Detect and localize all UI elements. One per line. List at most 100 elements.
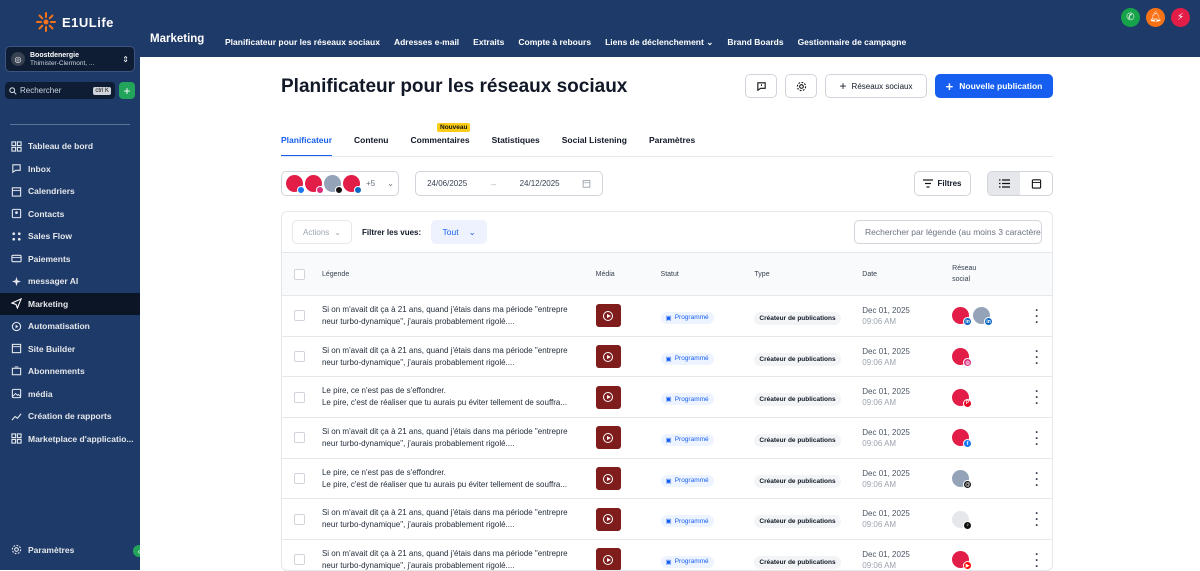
tab-settings[interactable]: Paramètres bbox=[649, 135, 695, 157]
tab-content[interactable]: Contenu bbox=[354, 135, 388, 157]
date-range-picker[interactable]: 24/06/2025 → 24/12/2025 bbox=[415, 171, 603, 196]
media-thumbnail[interactable] bbox=[595, 548, 621, 570]
phone-icon[interactable]: ✆ bbox=[1121, 8, 1140, 27]
sidebar-item-inbox[interactable]: Inbox bbox=[0, 158, 140, 181]
table-row[interactable]: Si on m'avait dit ça à 21 ans, quand j'é… bbox=[282, 296, 1052, 337]
row-checkbox[interactable] bbox=[293, 310, 305, 322]
header-type[interactable]: Type bbox=[754, 271, 862, 278]
account-avatar bbox=[305, 175, 324, 194]
row-checkbox[interactable] bbox=[293, 513, 305, 525]
tab-countdown[interactable]: Compte à rebours bbox=[511, 30, 598, 59]
sidebar-item-marketing[interactable]: Marketing bbox=[0, 292, 140, 315]
header-status[interactable]: Statut bbox=[661, 271, 755, 278]
brand-logo[interactable]: E1ULife bbox=[36, 12, 114, 32]
sidebar: E1ULife ◎ Boostdenergie Thimister-Clermo… bbox=[0, 0, 145, 570]
header-date[interactable]: Date bbox=[862, 271, 952, 278]
sidebar-nav: Tableau de bord Inbox Calendriers Contac… bbox=[0, 135, 140, 450]
chevron-updown-icon: ⇕ bbox=[122, 54, 129, 64]
calendar-icon bbox=[1031, 179, 1041, 189]
linkedin-icon bbox=[354, 186, 362, 194]
sidebar-item-contacts[interactable]: Contacts bbox=[0, 203, 140, 226]
search-icon bbox=[9, 86, 17, 95]
tab-email-addresses[interactable]: Adresses e-mail bbox=[387, 30, 466, 59]
filter-views-select[interactable]: Tout ⌄ bbox=[431, 220, 488, 244]
more-options-icon[interactable]: · · · bbox=[1022, 507, 1052, 531]
more-options-icon[interactable]: · · · bbox=[1022, 548, 1052, 570]
media-thumbnail[interactable] bbox=[595, 304, 621, 328]
sidebar-item-dashboard[interactable]: Tableau de bord bbox=[0, 135, 140, 158]
bell-icon[interactable]: 🔔︎ bbox=[1146, 8, 1165, 27]
media-thumbnail[interactable] bbox=[595, 507, 621, 531]
tab-social-planner[interactable]: Planificateur pour les réseaux sociaux bbox=[218, 30, 387, 59]
social-accounts-button[interactable]: + Réseaux sociaux bbox=[825, 74, 927, 98]
row-checkbox[interactable] bbox=[293, 432, 305, 444]
more-options-icon[interactable]: · · · bbox=[1022, 426, 1052, 450]
table-row[interactable]: Si on m'avait dit ça à 21 ans, quand j'é… bbox=[282, 337, 1052, 378]
sidebar-item-memberships[interactable]: Abonnements bbox=[0, 360, 140, 383]
actions-dropdown[interactable]: Actions ⌄ bbox=[292, 220, 352, 244]
post-date: Dec 01, 2025 09:06 AM bbox=[862, 346, 952, 368]
sidebar-item-media[interactable]: média bbox=[0, 383, 140, 406]
table-row[interactable]: Si on m'avait dit ça à 21 ans, quand j'é… bbox=[282, 418, 1052, 459]
sidebar-search[interactable]: Rechercher ctrl K bbox=[5, 82, 115, 99]
media-thumbnail[interactable] bbox=[595, 426, 621, 450]
tab-trigger-links[interactable]: Liens de déclenchement ⌄ bbox=[598, 30, 720, 59]
sidebar-item-messager-ai[interactable]: messager AI bbox=[0, 270, 140, 293]
sidebar-item-reports[interactable]: Création de rapports bbox=[0, 405, 140, 428]
settings-button[interactable] bbox=[785, 74, 817, 98]
post-caption[interactable]: Si on m'avait dit ça à 21 ans, quand j'é… bbox=[313, 507, 596, 531]
feedback-button[interactable] bbox=[745, 74, 777, 98]
post-caption[interactable]: Le pire, ce n'est pas de s'effondrer. Le… bbox=[313, 385, 596, 409]
quick-add-button[interactable]: + bbox=[119, 82, 135, 99]
more-options-icon[interactable]: · · · bbox=[1022, 467, 1052, 491]
table-row[interactable]: Le pire, ce n'est pas de s'effondrer. Le… bbox=[282, 459, 1052, 500]
tab-campaign-manager[interactable]: Gestionnaire de campagne bbox=[791, 30, 914, 59]
row-checkbox[interactable] bbox=[293, 473, 305, 485]
top-tabs: Planificateur pour les réseaux sociaux A… bbox=[218, 30, 913, 59]
social-networks: ◎ bbox=[952, 348, 1022, 368]
caption-search-input[interactable]: Rechercher par légende (au moins 3 carac… bbox=[854, 220, 1042, 244]
row-checkbox[interactable] bbox=[293, 554, 305, 566]
header-network-line2: social bbox=[952, 276, 971, 283]
header-caption[interactable]: Légende bbox=[313, 271, 596, 278]
tab-snippets[interactable]: Extraits bbox=[466, 30, 511, 59]
more-options-icon[interactable]: · · · bbox=[1022, 345, 1052, 369]
tab-brand-boards[interactable]: Brand Boards bbox=[720, 30, 790, 59]
social-account-selector[interactable]: +5 ⌄ bbox=[281, 171, 399, 196]
sidebar-item-marketplace[interactable]: Marketplace d'applicatio... bbox=[0, 428, 140, 451]
post-caption[interactable]: Si on m'avait dit ça à 21 ans, quand j'é… bbox=[313, 426, 596, 450]
table-row[interactable]: Si on m'avait dit ça à 21 ans, quand j'é… bbox=[282, 540, 1052, 570]
new-post-button[interactable]: + Nouvelle publication bbox=[935, 74, 1053, 98]
tab-social-listening[interactable]: Social Listening bbox=[562, 135, 627, 157]
more-options-icon[interactable]: · · · bbox=[1022, 304, 1052, 328]
media-thumbnail[interactable] bbox=[595, 345, 621, 369]
post-caption[interactable]: Si on m'avait dit ça à 21 ans, quand j'é… bbox=[313, 304, 596, 328]
table-row[interactable]: Le pire, ce n'est pas de s'effondrer. Le… bbox=[282, 377, 1052, 419]
tab-planner[interactable]: Planificateur bbox=[281, 135, 333, 157]
sidebar-item-sales-flow[interactable]: Sales Flow bbox=[0, 225, 140, 248]
calendar-view-button[interactable] bbox=[1020, 172, 1052, 195]
tab-statistics[interactable]: Statistiques bbox=[492, 135, 540, 157]
sidebar-item-payments[interactable]: Paiements bbox=[0, 248, 140, 271]
post-caption[interactable]: Si on m'avait dit ça à 21 ans, quand j'é… bbox=[313, 345, 596, 369]
sidebar-item-site-builder[interactable]: Site Builder bbox=[0, 338, 140, 361]
post-date: Dec 01, 2025 09:06 AM bbox=[862, 508, 952, 530]
media-thumbnail[interactable] bbox=[595, 467, 621, 491]
bolt-icon[interactable]: ⚡︎ bbox=[1171, 8, 1190, 27]
post-caption[interactable]: Si on m'avait dit ça à 21 ans, quand j'é… bbox=[313, 548, 596, 570]
account-avatar: in bbox=[952, 307, 973, 327]
select-all-checkbox[interactable] bbox=[293, 268, 305, 280]
more-options-icon[interactable]: · · · bbox=[1022, 385, 1052, 409]
sidebar-item-automation[interactable]: Automatisation bbox=[0, 315, 140, 338]
media-thumbnail[interactable] bbox=[595, 385, 621, 409]
row-checkbox[interactable] bbox=[293, 391, 305, 403]
table-row[interactable]: Si on m'avait dit ça à 21 ans, quand j'é… bbox=[282, 499, 1052, 541]
post-caption[interactable]: Le pire, ce n'est pas de s'effondrer. Le… bbox=[313, 467, 596, 491]
row-checkbox[interactable] bbox=[293, 351, 305, 363]
sidebar-settings[interactable]: Paramètres bbox=[11, 544, 74, 555]
sidebar-item-calendars[interactable]: Calendriers bbox=[0, 180, 140, 203]
tab-comments[interactable]: Commentaires bbox=[411, 135, 470, 157]
list-view-button[interactable] bbox=[988, 172, 1020, 195]
filters-button[interactable]: Filtres bbox=[914, 171, 971, 196]
account-switcher[interactable]: ◎ Boostdenergie Thimister-Clermont, ... … bbox=[5, 46, 135, 72]
